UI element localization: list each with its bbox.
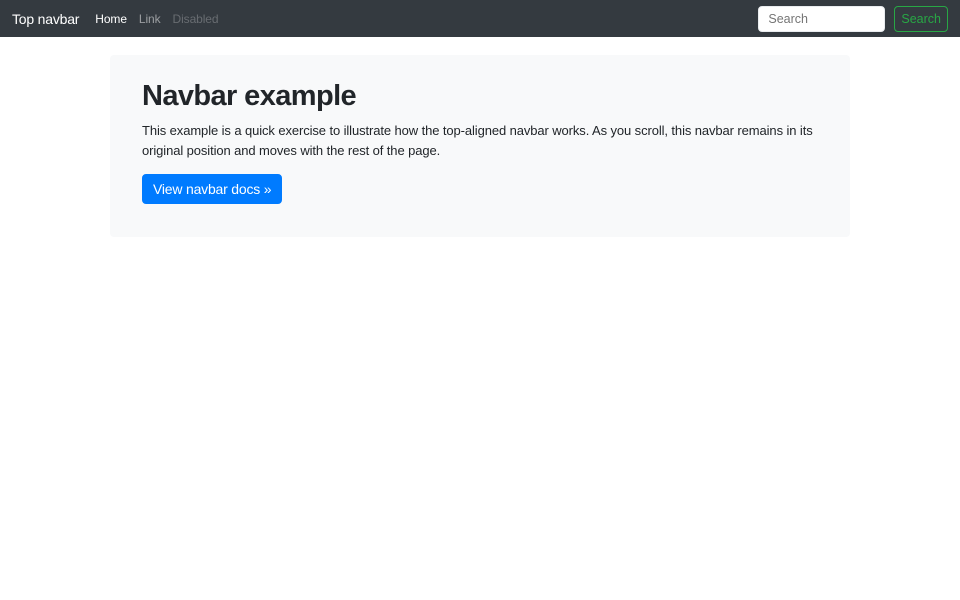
nav-link-home[interactable]: Home — [89, 12, 133, 26]
nav-link-link[interactable]: Link — [133, 12, 167, 26]
main-content: Navbar example This example is a quick e… — [0, 55, 960, 237]
page-title: Navbar example — [142, 80, 357, 112]
navbar-brand[interactable]: Top navbar — [12, 11, 79, 27]
nav-link-disabled: Disabled — [172, 11, 219, 26]
navbar-nav: Home Link Disabled — [89, 12, 224, 26]
navbar-search-form: Search — [758, 5, 948, 32]
intro-paragraph: This example is a quick exercise to illu… — [142, 122, 813, 158]
search-button[interactable]: Search — [894, 5, 948, 32]
jumbotron-panel: Navbar example This example is a quick e… — [110, 55, 850, 237]
search-input[interactable] — [758, 5, 886, 32]
top-navbar: Top navbar Home Link Disabled Search — [0, 0, 960, 37]
view-navbar-docs-button[interactable]: View navbar docs » — [142, 173, 283, 204]
